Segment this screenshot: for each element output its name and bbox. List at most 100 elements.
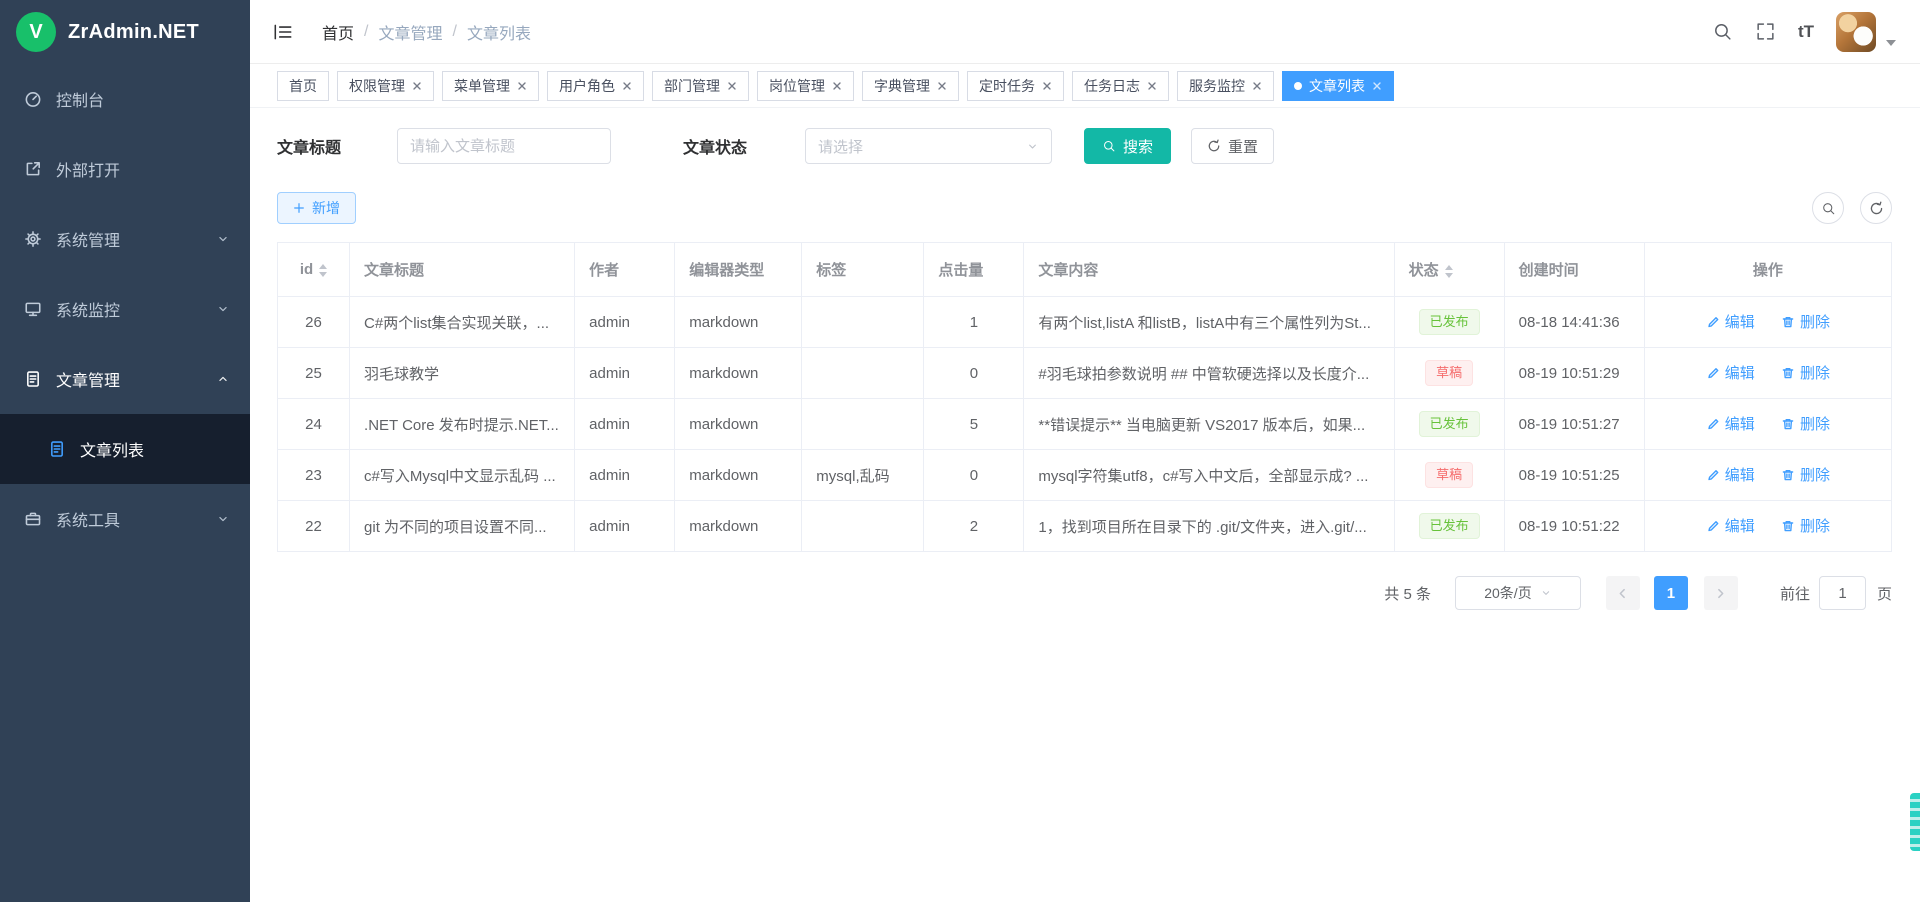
- column-header-id[interactable]: id: [278, 243, 350, 297]
- article-title-input[interactable]: [397, 128, 611, 164]
- sidebar-item-article-management[interactable]: 文章管理: [0, 344, 250, 414]
- fullscreen-icon[interactable]: [1755, 21, 1776, 42]
- tab-menu-management[interactable]: 菜单管理: [442, 71, 539, 101]
- page-content: 文章标题 文章状态 请选择 搜索 重置: [250, 108, 1920, 902]
- close-icon[interactable]: [727, 81, 737, 91]
- tab-label: 岗位管理: [769, 76, 825, 96]
- cell-status: 已发布: [1394, 501, 1504, 552]
- edit-link[interactable]: 编辑: [1706, 413, 1755, 434]
- tab-permission-management[interactable]: 权限管理: [337, 71, 434, 101]
- breadcrumb-article-management[interactable]: 文章管理: [378, 20, 442, 44]
- sort-icon[interactable]: [319, 264, 327, 277]
- edit-link[interactable]: 编辑: [1706, 464, 1755, 485]
- active-tab-dot: [1294, 82, 1302, 90]
- breadcrumb-home[interactable]: 首页: [322, 20, 354, 44]
- tab-user-role[interactable]: 用户角色: [547, 71, 644, 101]
- sort-icon[interactable]: [1445, 265, 1453, 278]
- breadcrumb-separator: /: [452, 23, 456, 41]
- toggle-search-button[interactable]: [1812, 192, 1844, 224]
- column-header-content: 文章内容: [1024, 243, 1394, 297]
- tab-article-list[interactable]: 文章列表: [1282, 71, 1394, 101]
- page-unit-label: 页: [1877, 583, 1892, 604]
- tab-post-management[interactable]: 岗位管理: [757, 71, 854, 101]
- close-icon[interactable]: [517, 81, 527, 91]
- reset-button[interactable]: 重置: [1191, 128, 1274, 164]
- cell-actions: 编辑 删除: [1644, 348, 1891, 399]
- edit-link[interactable]: 编辑: [1706, 515, 1755, 536]
- cell-created: 08-19 10:51:25: [1504, 450, 1644, 501]
- goto-page-input[interactable]: [1819, 576, 1866, 610]
- cell-created: 08-19 10:51:29: [1504, 348, 1644, 399]
- close-icon[interactable]: [412, 81, 422, 91]
- table-toolbar: 新增: [277, 192, 1892, 224]
- cell-author: admin: [575, 501, 675, 552]
- sidebar-item-external-open[interactable]: 外部打开: [0, 134, 250, 204]
- delete-link[interactable]: 删除: [1781, 311, 1830, 332]
- cell-author: admin: [575, 399, 675, 450]
- close-icon[interactable]: [1147, 81, 1157, 91]
- cell-title: c#写入Mysql中文显示乱码 ...: [350, 450, 575, 501]
- cell-tags: [802, 501, 924, 552]
- breadcrumb-separator: /: [364, 23, 368, 41]
- tab-label: 菜单管理: [454, 76, 510, 96]
- page-number-button[interactable]: 1: [1654, 576, 1688, 610]
- tab-label: 任务日志: [1084, 76, 1140, 96]
- search-icon: [1102, 139, 1116, 153]
- cell-status: 已发布: [1394, 399, 1504, 450]
- font-size-icon[interactable]: tT: [1798, 22, 1814, 42]
- sidebar-item-system-tools[interactable]: 系统工具: [0, 484, 250, 554]
- refresh-table-button[interactable]: [1860, 192, 1892, 224]
- cell-id: 25: [278, 348, 350, 399]
- side-widget-handle[interactable]: [1910, 793, 1920, 851]
- edit-icon: [1706, 366, 1720, 380]
- delete-link[interactable]: 删除: [1781, 464, 1830, 485]
- app-title: ZrAdmin.NET: [68, 21, 199, 44]
- cell-content: #羽毛球拍参数说明 ## 中管软硬选择以及长度介...: [1024, 348, 1394, 399]
- close-icon[interactable]: [1252, 81, 1262, 91]
- tab-dict-management[interactable]: 字典管理: [862, 71, 959, 101]
- cell-clicks: 0: [924, 348, 1024, 399]
- app-logo[interactable]: V ZrAdmin.NET: [0, 0, 250, 64]
- delete-link[interactable]: 删除: [1781, 362, 1830, 383]
- sidebar-item-system-monitor[interactable]: 系统监控: [0, 274, 250, 344]
- filter-bar: 文章标题 文章状态 请选择 搜索 重置: [277, 128, 1892, 164]
- close-icon[interactable]: [1042, 81, 1052, 91]
- sidebar-collapse-icon[interactable]: [272, 21, 294, 43]
- column-header-status[interactable]: 状态: [1394, 243, 1504, 297]
- tab-label: 部门管理: [664, 76, 720, 96]
- cell-id: 26: [278, 297, 350, 348]
- sidebar-item-system-management[interactable]: 系统管理: [0, 204, 250, 274]
- user-avatar[interactable]: [1836, 12, 1876, 52]
- tab-home[interactable]: 首页: [277, 71, 329, 101]
- sidebar-subitem-article-list[interactable]: 文章列表: [0, 414, 250, 484]
- cell-clicks: 5: [924, 399, 1024, 450]
- select-placeholder: 请选择: [818, 136, 863, 157]
- table-row: 24 .NET Core 发布时提示.NET... admin markdown…: [278, 399, 1892, 450]
- search-icon[interactable]: [1712, 21, 1733, 42]
- sidebar-menu: 控制台 外部打开 系统管理 系统监控 文章管理: [0, 64, 250, 554]
- sidebar-item-dashboard[interactable]: 控制台: [0, 64, 250, 134]
- sidebar-item-label: 系统监控: [56, 297, 120, 321]
- page-size-select[interactable]: 20条/页: [1455, 576, 1581, 610]
- close-icon[interactable]: [832, 81, 842, 91]
- cell-editor: markdown: [675, 348, 802, 399]
- tab-scheduled-tasks[interactable]: 定时任务: [967, 71, 1064, 101]
- add-button[interactable]: 新增: [277, 192, 356, 224]
- avatar-caret-down-icon[interactable]: [1886, 40, 1896, 46]
- cell-actions: 编辑 删除: [1644, 501, 1891, 552]
- tab-department-management[interactable]: 部门管理: [652, 71, 749, 101]
- close-icon[interactable]: [937, 81, 947, 91]
- delete-link[interactable]: 删除: [1781, 515, 1830, 536]
- close-icon[interactable]: [1372, 81, 1382, 91]
- close-icon[interactable]: [622, 81, 632, 91]
- previous-page-button[interactable]: [1606, 576, 1640, 610]
- edit-link[interactable]: 编辑: [1706, 311, 1755, 332]
- delete-link[interactable]: 删除: [1781, 413, 1830, 434]
- article-status-select[interactable]: 请选择: [805, 128, 1052, 164]
- next-page-button[interactable]: [1704, 576, 1738, 610]
- edit-link[interactable]: 编辑: [1706, 362, 1755, 383]
- tab-task-log[interactable]: 任务日志: [1072, 71, 1169, 101]
- trash-icon: [1781, 366, 1795, 380]
- search-button[interactable]: 搜索: [1084, 128, 1171, 164]
- tab-service-monitor[interactable]: 服务监控: [1177, 71, 1274, 101]
